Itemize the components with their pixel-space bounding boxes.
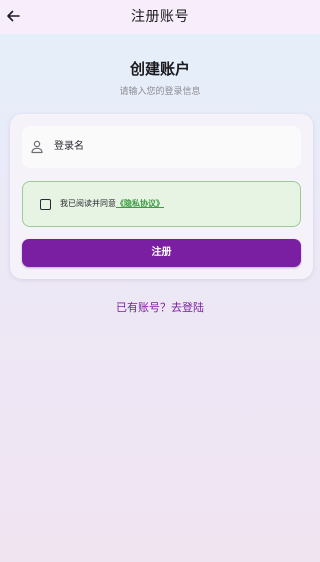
app-bar: 注册账号 — [0, 0, 320, 34]
form-heading: 创建账户 — [129, 60, 190, 78]
username-input[interactable]: 登录名 — [22, 126, 301, 168]
person-outline-icon — [31, 140, 43, 154]
privacy-policy-link[interactable]: 《隐私协议》 — [116, 199, 164, 208]
agreement-label: 我已阅读并同意 — [60, 199, 116, 208]
username-placeholder: 登录名 — [54, 141, 84, 152]
agreement-text: 我已阅读并同意《隐私协议》 — [60, 182, 164, 226]
agreement-box: 我已阅读并同意《隐私协议》 — [22, 181, 301, 227]
page-title: 注册账号 — [131, 9, 189, 25]
register-card: 登录名 我已阅读并同意《隐私协议》 注册 — [10, 114, 313, 279]
form-subheading: 请输入您的登录信息 — [119, 87, 201, 97]
go-to-login-link[interactable]: 已有账号？去登陆 — [0, 299, 320, 315]
agreement-checkbox[interactable] — [40, 199, 51, 210]
register-button[interactable]: 注册 — [22, 239, 301, 267]
